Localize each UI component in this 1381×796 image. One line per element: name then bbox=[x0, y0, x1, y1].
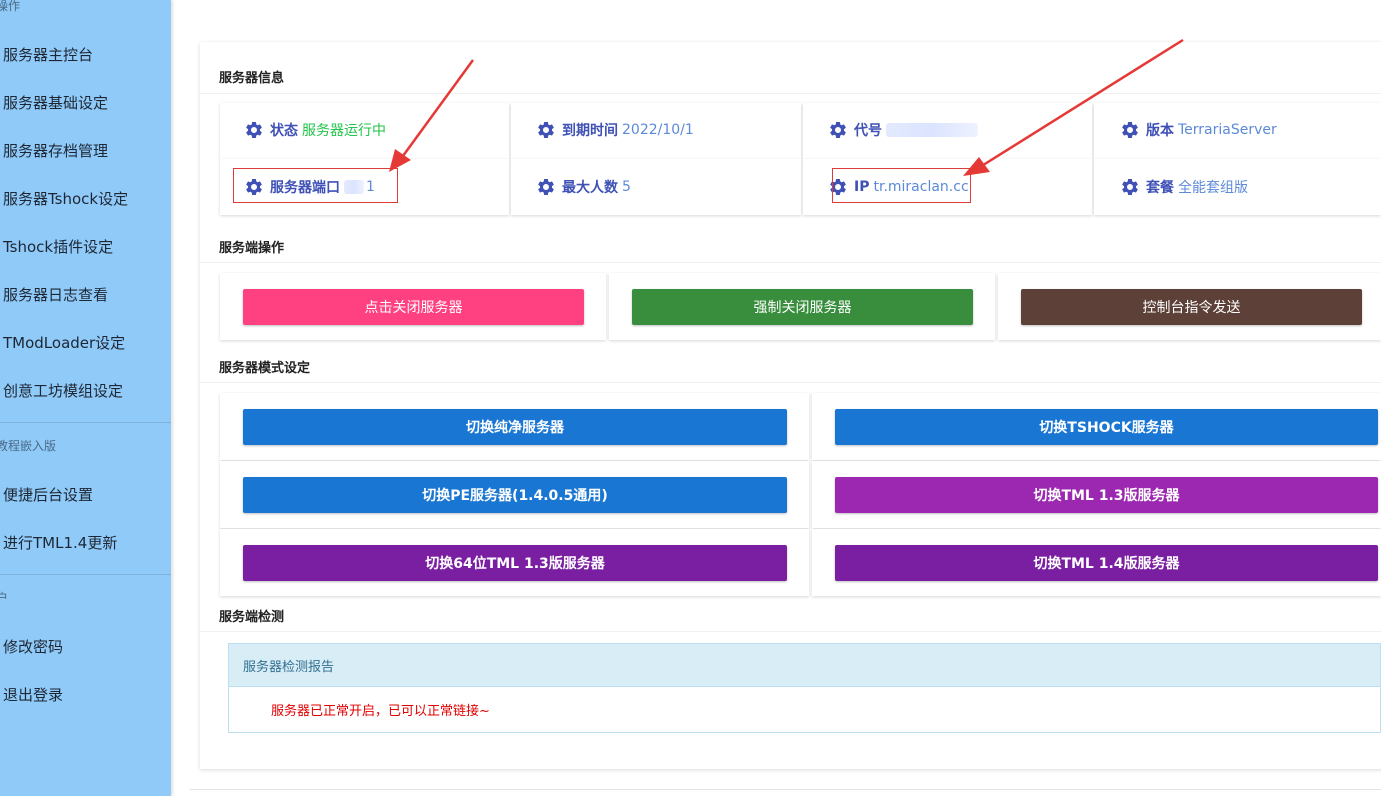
console-command-button[interactable]: 控制台指令发送 bbox=[1021, 289, 1362, 325]
section-divider bbox=[200, 262, 1381, 263]
report-message: 服务器已正常开启，已可以正常链接~ bbox=[271, 704, 490, 719]
annotation-arrow-port bbox=[398, 59, 475, 161]
section-divider bbox=[200, 382, 1381, 383]
switch-tshock-button[interactable]: 切换TSHOCK服务器 bbox=[835, 409, 1378, 445]
section-divider bbox=[200, 631, 1381, 632]
report-panel-heading: 服务器检测报告 bbox=[228, 643, 1381, 687]
switch-pe-button[interactable]: 切换PE服务器(1.4.0.5通用) bbox=[243, 477, 787, 513]
report-title: 服务器检测报告 bbox=[243, 659, 335, 675]
server-ops-title: 服务端操作 bbox=[219, 241, 285, 256]
switch-pure-button[interactable]: 切换纯净服务器 bbox=[243, 409, 787, 445]
switch-tml13-64-button[interactable]: 切换64位TML 1.3版服务器 bbox=[243, 545, 787, 581]
close-server-button[interactable]: 点击关闭服务器 bbox=[243, 289, 584, 325]
server-check-title: 服务端检测 bbox=[219, 610, 285, 625]
annotation-arrowhead-ip bbox=[963, 157, 990, 176]
report-panel-body: 服务器已正常开启，已可以正常链接~ bbox=[228, 687, 1381, 733]
annotation-arrowhead-port bbox=[389, 149, 411, 172]
switch-tml13-button[interactable]: 切换TML 1.3版服务器 bbox=[835, 477, 1378, 513]
switch-tml14-button[interactable]: 切换TML 1.4版服务器 bbox=[835, 545, 1378, 581]
server-mode-title: 服务器模式设定 bbox=[219, 361, 311, 376]
annotation-arrow-ip bbox=[979, 38, 1184, 169]
force-close-server-button[interactable]: 强制关闭服务器 bbox=[632, 289, 973, 325]
